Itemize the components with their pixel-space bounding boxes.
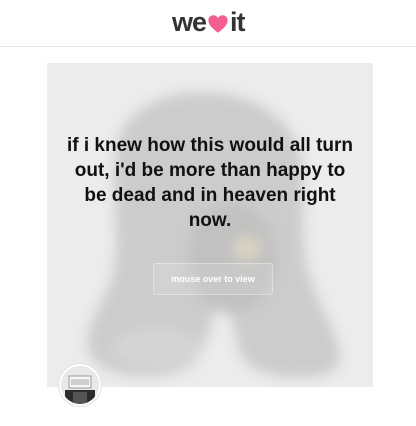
logo-text-it: it <box>230 6 245 37</box>
quote-text: if i knew how this would all turn out, i… <box>66 135 354 231</box>
top-header: we it <box>0 0 416 47</box>
avatar-image-icon <box>61 366 99 404</box>
mouse-over-to-view-button[interactable]: mouse over to view <box>153 263 273 295</box>
logo-text-we: we <box>172 6 207 37</box>
post-image-card[interactable]: if i knew how this would all turn out, i… <box>47 63 373 387</box>
heart-logo-icon <box>207 11 229 33</box>
weheartit-logo[interactable]: we it <box>172 7 245 37</box>
user-avatar[interactable] <box>59 364 101 406</box>
